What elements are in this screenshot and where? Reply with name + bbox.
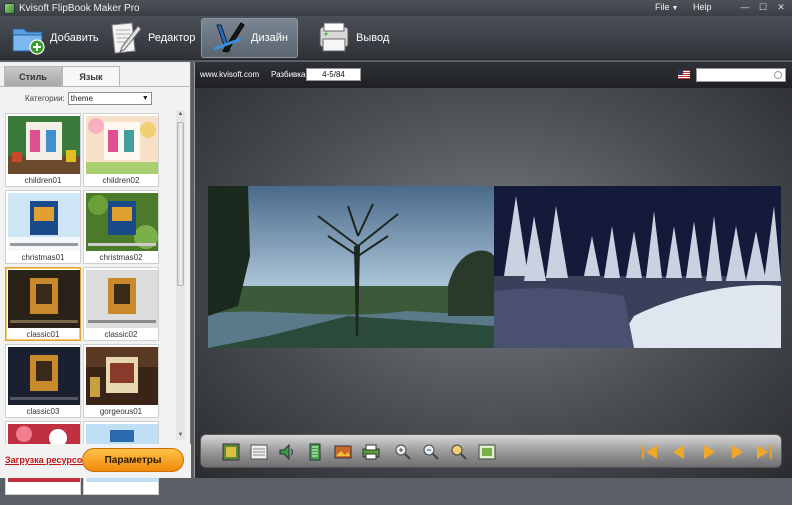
theme-name: classic03	[26, 407, 60, 416]
theme-preview-image	[8, 270, 80, 328]
thumbnails-icon[interactable]	[249, 442, 269, 462]
theme-thumbnail[interactable]: children01	[5, 113, 81, 187]
theme-preview-image	[86, 193, 158, 251]
thumbnail-scrollbar[interactable]: ▲ ▼	[176, 110, 185, 440]
theme-thumbnail[interactable]: christmas01	[5, 190, 81, 264]
add-icon	[10, 21, 46, 55]
window-title: Kvisoft FlipBook Maker Pro	[19, 2, 140, 14]
add-button[interactable]: Добавить	[10, 18, 99, 58]
theme-thumbnail[interactable]: classic03	[5, 344, 81, 418]
theme-thumbnail[interactable]: christmas02	[83, 190, 159, 264]
output-label: Вывод	[356, 32, 390, 44]
download-resources-link[interactable]: Загрузка ресурсов	[5, 455, 88, 465]
theme-preview-image	[86, 270, 158, 328]
theme-preview-image	[86, 116, 158, 174]
design-button[interactable]: Дизайн	[201, 18, 298, 58]
minimize-icon[interactable]: —	[738, 1, 752, 13]
tab-divider	[0, 86, 191, 87]
app-logo-icon	[4, 2, 15, 14]
design-panel: Стиль Язык Категории: theme ▼ children01…	[0, 62, 191, 495]
theme-name: children02	[102, 176, 140, 185]
panel-footer: Загрузка ресурсов Параметры	[0, 444, 191, 478]
autoflip-icon[interactable]	[305, 442, 325, 462]
book-page-left[interactable]	[208, 186, 494, 348]
category-select[interactable]: theme ▼	[67, 92, 152, 105]
table-of-contents-icon[interactable]	[221, 442, 241, 462]
editor-label: Редактор	[148, 32, 196, 44]
scroll-down-icon[interactable]: ▼	[176, 431, 185, 440]
help-menu[interactable]: Help	[693, 2, 712, 12]
zoom-out-icon[interactable]	[421, 442, 441, 462]
page-number-input[interactable]: 4-5/84	[306, 68, 361, 81]
output-button[interactable]: Вывод	[316, 18, 389, 58]
last-page-icon[interactable]	[755, 443, 775, 461]
title-bar: Kvisoft FlipBook Maker Pro File ▼ Help — …	[0, 0, 792, 16]
design-label: Дизайн	[251, 32, 288, 44]
next-page-icon[interactable]	[727, 443, 747, 461]
theme-preview-image	[8, 116, 80, 174]
book-navigation-bar	[200, 434, 782, 468]
category-label: Категории:	[25, 94, 65, 103]
file-menu-label: File	[655, 2, 670, 12]
site-link[interactable]: www.kvisoft.com	[200, 70, 259, 79]
maximize-icon[interactable]: ☐	[756, 1, 770, 13]
search-tool-icon[interactable]	[449, 442, 469, 462]
design-icon	[211, 21, 247, 55]
close-icon[interactable]: ✕	[774, 1, 788, 13]
search-input[interactable]	[696, 68, 786, 82]
page-label: Разбивка:	[271, 70, 308, 79]
fullscreen-icon[interactable]	[477, 442, 497, 462]
scrollbar-thumb[interactable]	[177, 122, 184, 286]
zoom-in-icon[interactable]	[393, 442, 413, 462]
add-label: Добавить	[50, 32, 99, 44]
theme-thumbnail[interactable]: children02	[83, 113, 159, 187]
theme-name: children01	[24, 176, 62, 185]
theme-thumbnail[interactable]: gorgeous01	[83, 344, 159, 418]
theme-preview-image	[8, 193, 80, 251]
print-icon[interactable]	[361, 442, 381, 462]
theme-name: christmas02	[99, 253, 143, 262]
scroll-up-icon[interactable]: ▲	[176, 110, 185, 119]
book-preview: www.kvisoft.com Разбивка: 4-5/84	[194, 62, 792, 478]
sound-icon[interactable]	[277, 442, 297, 462]
editor-icon	[108, 21, 144, 55]
window-controls: — ☐ ✕	[738, 1, 788, 13]
main-toolbar: Добавить Редактор Дизайн Вывод	[0, 16, 792, 60]
chevron-down-icon: ▼	[671, 5, 679, 12]
editor-button[interactable]: Редактор	[108, 18, 195, 58]
category-row: Категории: theme ▼	[25, 92, 152, 105]
snowy-forest-image	[494, 186, 781, 348]
chevron-down-icon: ▼	[141, 95, 149, 102]
theme-thumbnail[interactable]: classic01	[5, 267, 81, 341]
book-page-right[interactable]	[494, 186, 781, 348]
us-flag-icon[interactable]	[678, 70, 690, 79]
flipbook[interactable]	[208, 186, 781, 348]
theme-name: classic01	[26, 330, 60, 339]
panel-tabs: Стиль Язык	[4, 66, 120, 86]
category-value: theme	[70, 94, 93, 103]
theme-name: christmas01	[21, 253, 65, 262]
preview-header: www.kvisoft.com Разбивка: 4-5/84	[195, 62, 792, 88]
tab-language[interactable]: Язык	[62, 66, 120, 86]
play-icon[interactable]	[699, 443, 719, 461]
theme-thumbnail[interactable]: classic02	[83, 267, 159, 341]
theme-name: classic02	[104, 330, 138, 339]
first-page-icon[interactable]	[639, 443, 659, 461]
output-icon	[316, 21, 352, 55]
landscape-tree-image	[208, 186, 494, 348]
photo-icon[interactable]	[333, 442, 353, 462]
file-menu[interactable]: File ▼	[655, 2, 678, 12]
theme-preview-image	[8, 347, 80, 405]
previous-page-icon[interactable]	[669, 443, 689, 461]
search-icon[interactable]	[774, 71, 782, 79]
parameters-button[interactable]: Параметры	[82, 448, 184, 472]
theme-preview-image	[86, 347, 158, 405]
tab-style[interactable]: Стиль	[4, 66, 62, 86]
theme-name: gorgeous01	[99, 407, 143, 416]
